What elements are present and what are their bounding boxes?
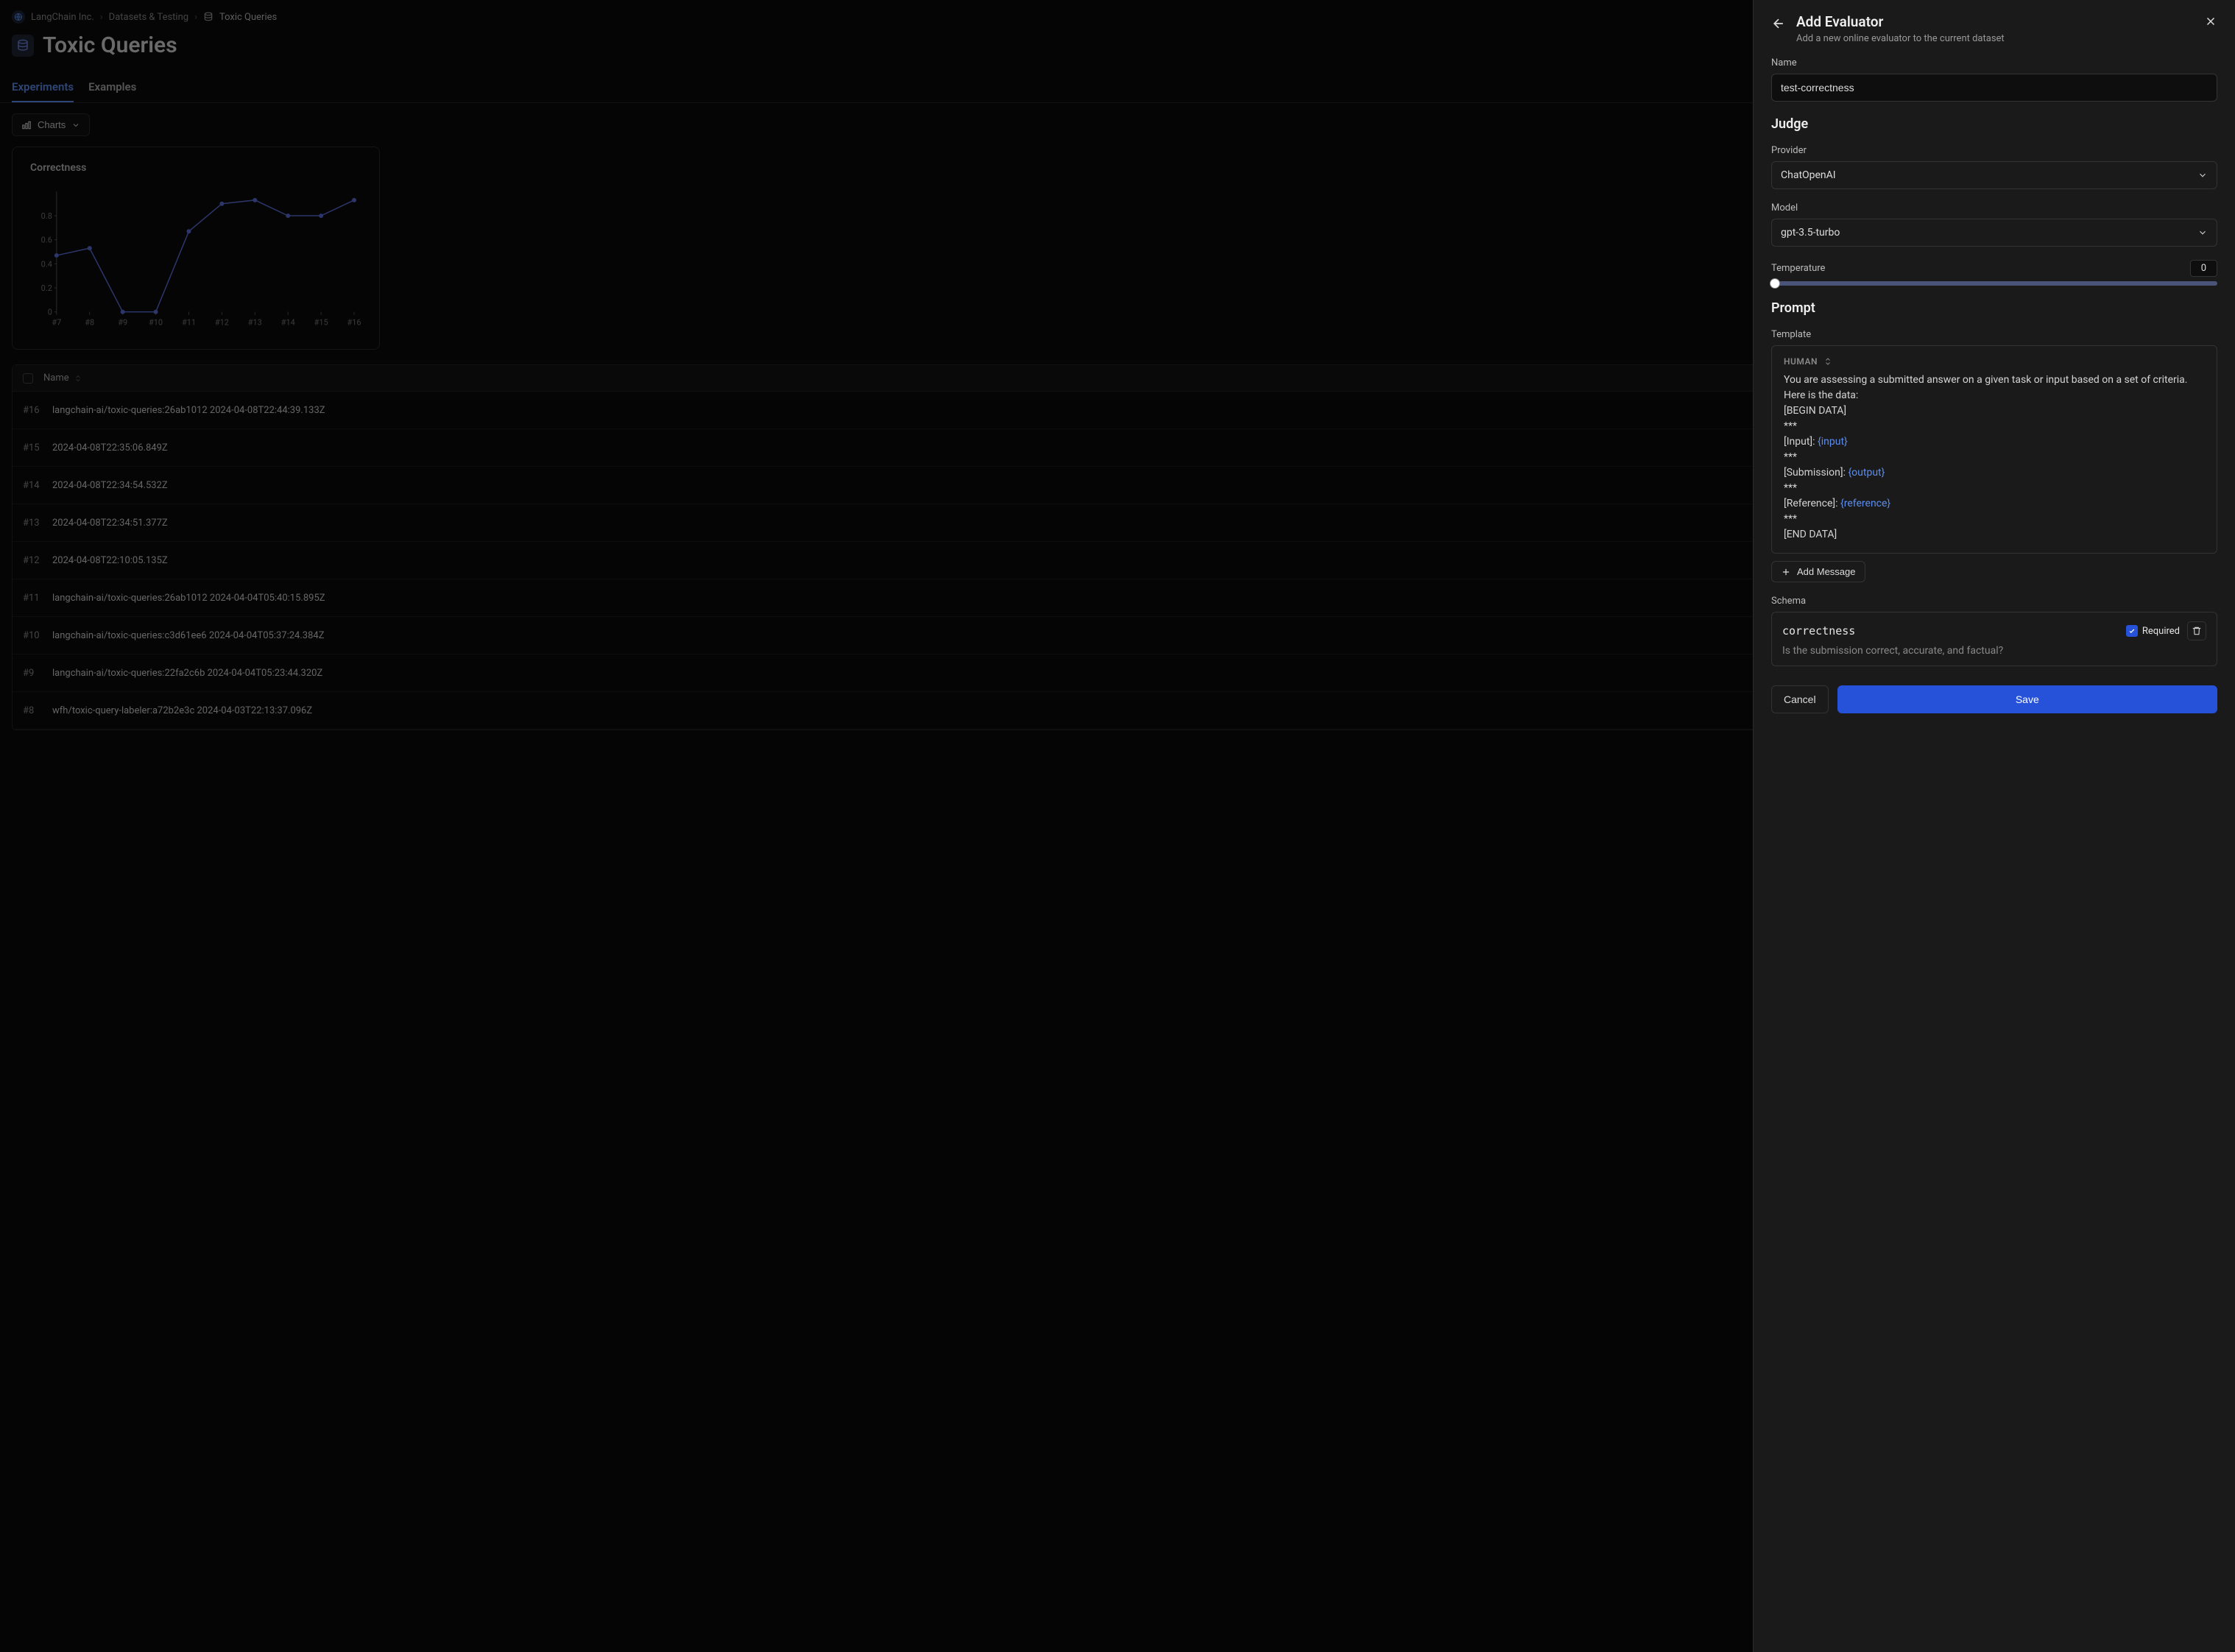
tab-examples[interactable]: Examples [88,74,136,102]
chart-title: Correctness [30,162,361,174]
svg-text:#8: #8 [85,318,94,328]
add-evaluator-panel: Add Evaluator Add a new online evaluator… [1753,0,2235,1652]
template-box[interactable]: HUMAN You are assessing a submitted answ… [1771,345,2217,554]
template-label: Template [1771,329,2217,340]
svg-text:#13: #13 [248,318,262,328]
model-select[interactable]: gpt-3.5-turbo [1771,219,2217,247]
svg-text:0.8: 0.8 [41,211,52,221]
chevron-down-icon [71,121,80,130]
add-message-label: Add Message [1797,566,1856,577]
judge-heading: Judge [1771,116,2217,132]
plus-icon [1781,567,1791,577]
chevron-right-icon: › [194,12,197,23]
svg-text:#10: #10 [149,318,163,328]
row-id: #10 [23,630,52,641]
chevron-down-icon [2197,227,2208,238]
chart-card: Correctness 0 0.2 0.4 0.6 0.8 #7 #8 #9 #10 #11 #12… [12,147,380,350]
row-id: #8 [23,705,52,716]
schema-box: correctness Required Is the submission c… [1771,612,2217,666]
svg-text:#16: #16 [347,318,361,328]
svg-text:#12: #12 [215,318,229,328]
svg-text:0.6: 0.6 [41,236,52,245]
svg-text:0.2: 0.2 [41,283,52,293]
slider-thumb[interactable] [1770,278,1780,289]
row-id: #14 [23,480,52,491]
row-id: #16 [23,405,52,416]
check-icon [2128,627,2136,635]
org-icon [12,10,25,24]
schema-description[interactable]: Is the submission correct, accurate, and… [1782,645,2206,657]
chevron-down-icon [2197,170,2208,180]
select-all-checkbox[interactable] [23,373,33,384]
expand-icon[interactable] [1823,357,1832,366]
temperature-label: Temperature [1771,263,1825,274]
chevron-right-icon: › [100,12,103,23]
bar-chart-icon [21,120,32,130]
prompt-heading: Prompt [1771,300,2217,316]
charts-button-label: Charts [38,119,66,130]
trash-icon [2192,626,2202,636]
temperature-value[interactable]: 0 [2190,260,2217,277]
delete-schema-button[interactable] [2187,621,2206,640]
model-value: gpt-3.5-turbo [1781,227,1840,239]
svg-text:0: 0 [48,308,52,317]
sort-icon[interactable] [74,374,82,383]
breadcrumb-org[interactable]: LangChain Inc. [31,12,94,23]
provider-select[interactable]: ChatOpenAI [1771,161,2217,189]
row-id: #12 [23,555,52,566]
close-icon[interactable] [2204,15,2217,31]
required-checkbox[interactable]: Required [2126,625,2180,637]
add-message-button[interactable]: Add Message [1771,561,1865,582]
template-text[interactable]: You are assessing a submitted answer on … [1784,373,2205,543]
charts-button[interactable]: Charts [12,113,90,136]
row-id: #15 [23,442,52,453]
provider-label: Provider [1771,145,2217,156]
svg-text:0.4: 0.4 [41,259,52,269]
role-label: HUMAN [1784,356,1818,367]
schema-label: Schema [1771,596,2217,607]
page-title: Toxic Queries [43,32,177,58]
panel-subtitle: Add a new online evaluator to the curren… [1796,33,2005,44]
tab-experiments[interactable]: Experiments [12,74,74,102]
svg-text:#14: #14 [281,318,295,328]
chart-line: 0 0.2 0.4 0.6 0.8 #7 #8 #9 #10 #11 #12 #13 #14 #15 #16 [30,184,361,331]
model-label: Model [1771,202,2217,213]
database-icon [203,12,213,22]
temperature-slider[interactable] [1771,281,2217,286]
row-id: #13 [23,518,52,529]
cancel-button[interactable]: Cancel [1771,685,1829,713]
svg-text:#7: #7 [52,318,61,328]
name-label: Name [1771,57,2217,68]
name-input[interactable] [1771,74,2217,102]
breadcrumb-section[interactable]: Datasets & Testing [109,12,188,23]
svg-text:#9: #9 [118,318,127,328]
database-badge-icon [12,35,34,57]
svg-text:#11: #11 [182,318,196,328]
save-button[interactable]: Save [1837,685,2217,713]
breadcrumb-current[interactable]: Toxic Queries [219,12,277,23]
required-label: Required [2142,626,2180,637]
schema-name[interactable]: correctness [1782,624,2119,638]
row-id: #11 [23,593,52,604]
svg-text:#15: #15 [314,318,328,328]
row-id: #9 [23,668,52,679]
panel-title: Add Evaluator [1796,13,2005,30]
back-arrow-icon[interactable] [1771,16,1786,34]
provider-value: ChatOpenAI [1781,169,1836,181]
th-name-label: Name [43,373,69,384]
